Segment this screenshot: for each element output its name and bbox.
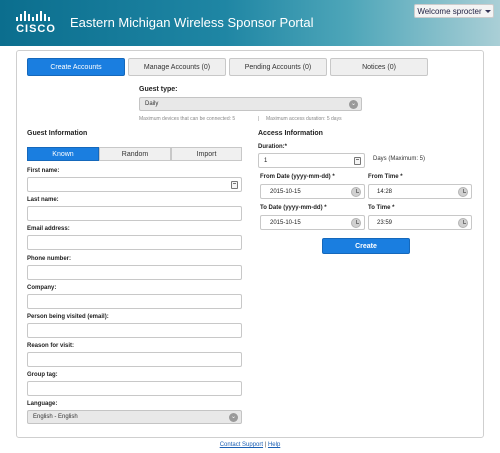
guest-type-select[interactable]: Daily ⌄ (139, 97, 362, 111)
footer-separator: | (264, 442, 267, 448)
language-value: English - English (33, 414, 78, 420)
tab-notices[interactable]: Notices (0) (330, 58, 428, 76)
from-time-value: 14:28 (377, 188, 393, 195)
footer: Contact Support | Help (0, 442, 500, 448)
caret-down-icon (484, 9, 491, 13)
phone-field[interactable] (27, 265, 242, 280)
group-tag-label: Group tag: (27, 372, 58, 378)
first-name-field[interactable] (27, 177, 242, 192)
last-name-field[interactable] (27, 206, 242, 221)
guest-information-title: Guest Information (27, 130, 88, 137)
email-label: Email address: (27, 226, 70, 232)
last-name-label: Last name: (27, 197, 59, 203)
calendar-icon[interactable] (351, 187, 361, 197)
company-field[interactable] (27, 294, 242, 309)
person-visited-field[interactable] (27, 323, 242, 338)
tab-bar: Create Accounts Manage Accounts (0) Pend… (27, 58, 429, 76)
duration-value: 1 (264, 157, 268, 164)
contact-card-icon[interactable] (231, 181, 238, 189)
phone-label: Phone number: (27, 256, 72, 262)
guest-type-label: Guest type: (139, 86, 178, 93)
tab-pending-accounts[interactable]: Pending Accounts (0) (229, 58, 327, 76)
hint-separator: | (258, 116, 260, 122)
welcome-label: Welcome sprocter (417, 6, 482, 16)
max-devices-hint: Maximum devices that can be connected: 5 (139, 116, 236, 122)
cisco-bars-icon (16, 9, 56, 21)
max-duration-hint: Maximum access duration: 5 days (266, 116, 342, 122)
clock-icon[interactable] (458, 218, 468, 228)
mode-random-button[interactable]: Random (99, 147, 171, 161)
from-date-value: 2015-10-15 (270, 188, 301, 195)
to-date-label: To Date (yyyy-mm-dd) * (260, 205, 327, 211)
clock-icon[interactable] (458, 187, 468, 197)
duration-field[interactable]: 1 (258, 153, 365, 168)
tab-create-accounts[interactable]: Create Accounts (27, 58, 125, 76)
calendar-icon[interactable] (351, 218, 361, 228)
email-field[interactable] (27, 235, 242, 250)
help-link[interactable]: Help (268, 442, 280, 448)
group-tag-field[interactable] (27, 381, 242, 396)
create-button[interactable]: Create (322, 238, 410, 254)
to-date-value: 2015-10-15 (270, 219, 301, 226)
person-visited-label: Person being visited (email): (27, 314, 109, 320)
access-information-title: Access Information (258, 130, 323, 137)
mode-known-button[interactable]: Known (27, 147, 99, 161)
to-date-field[interactable]: 2015-10-15 (260, 215, 365, 230)
first-name-label: First name: (27, 168, 60, 174)
reason-label: Reason for visit: (27, 343, 75, 349)
portal-header: CISCO Eastern Michigan Wireless Sponsor … (0, 0, 500, 46)
language-label: Language: (27, 401, 58, 407)
from-time-field[interactable]: 14:28 (368, 184, 472, 199)
to-time-value: 23:59 (377, 219, 393, 226)
cisco-logo: CISCO (14, 9, 58, 39)
duration-label: Duration:* (258, 144, 287, 150)
language-select[interactable]: English - English ⌄ (27, 410, 242, 424)
from-time-label: From Time * (368, 174, 403, 180)
chevron-down-icon: ⌄ (349, 100, 358, 109)
portal-title: Eastern Michigan Wireless Sponsor Portal (70, 15, 314, 30)
from-date-field[interactable]: 2015-10-15 (260, 184, 365, 199)
welcome-user-menu[interactable]: Welcome sprocter (414, 4, 494, 18)
calculator-icon[interactable] (354, 157, 361, 165)
contact-support-link[interactable]: Contact Support (220, 442, 263, 448)
to-time-label: To Time * (368, 205, 395, 211)
mode-import-button[interactable]: Import (171, 147, 242, 161)
reason-field[interactable] (27, 352, 242, 367)
guest-type-value: Daily (145, 101, 159, 107)
company-label: Company: (27, 285, 57, 291)
tab-manage-accounts[interactable]: Manage Accounts (0) (128, 58, 226, 76)
cisco-wordmark: CISCO (16, 23, 56, 35)
chevron-down-icon: ⌄ (229, 413, 238, 422)
duration-hint: Days (Maximum: 5) (373, 156, 426, 162)
from-date-label: From Date (yyyy-mm-dd) * (260, 174, 335, 180)
to-time-field[interactable]: 23:59 (368, 215, 472, 230)
